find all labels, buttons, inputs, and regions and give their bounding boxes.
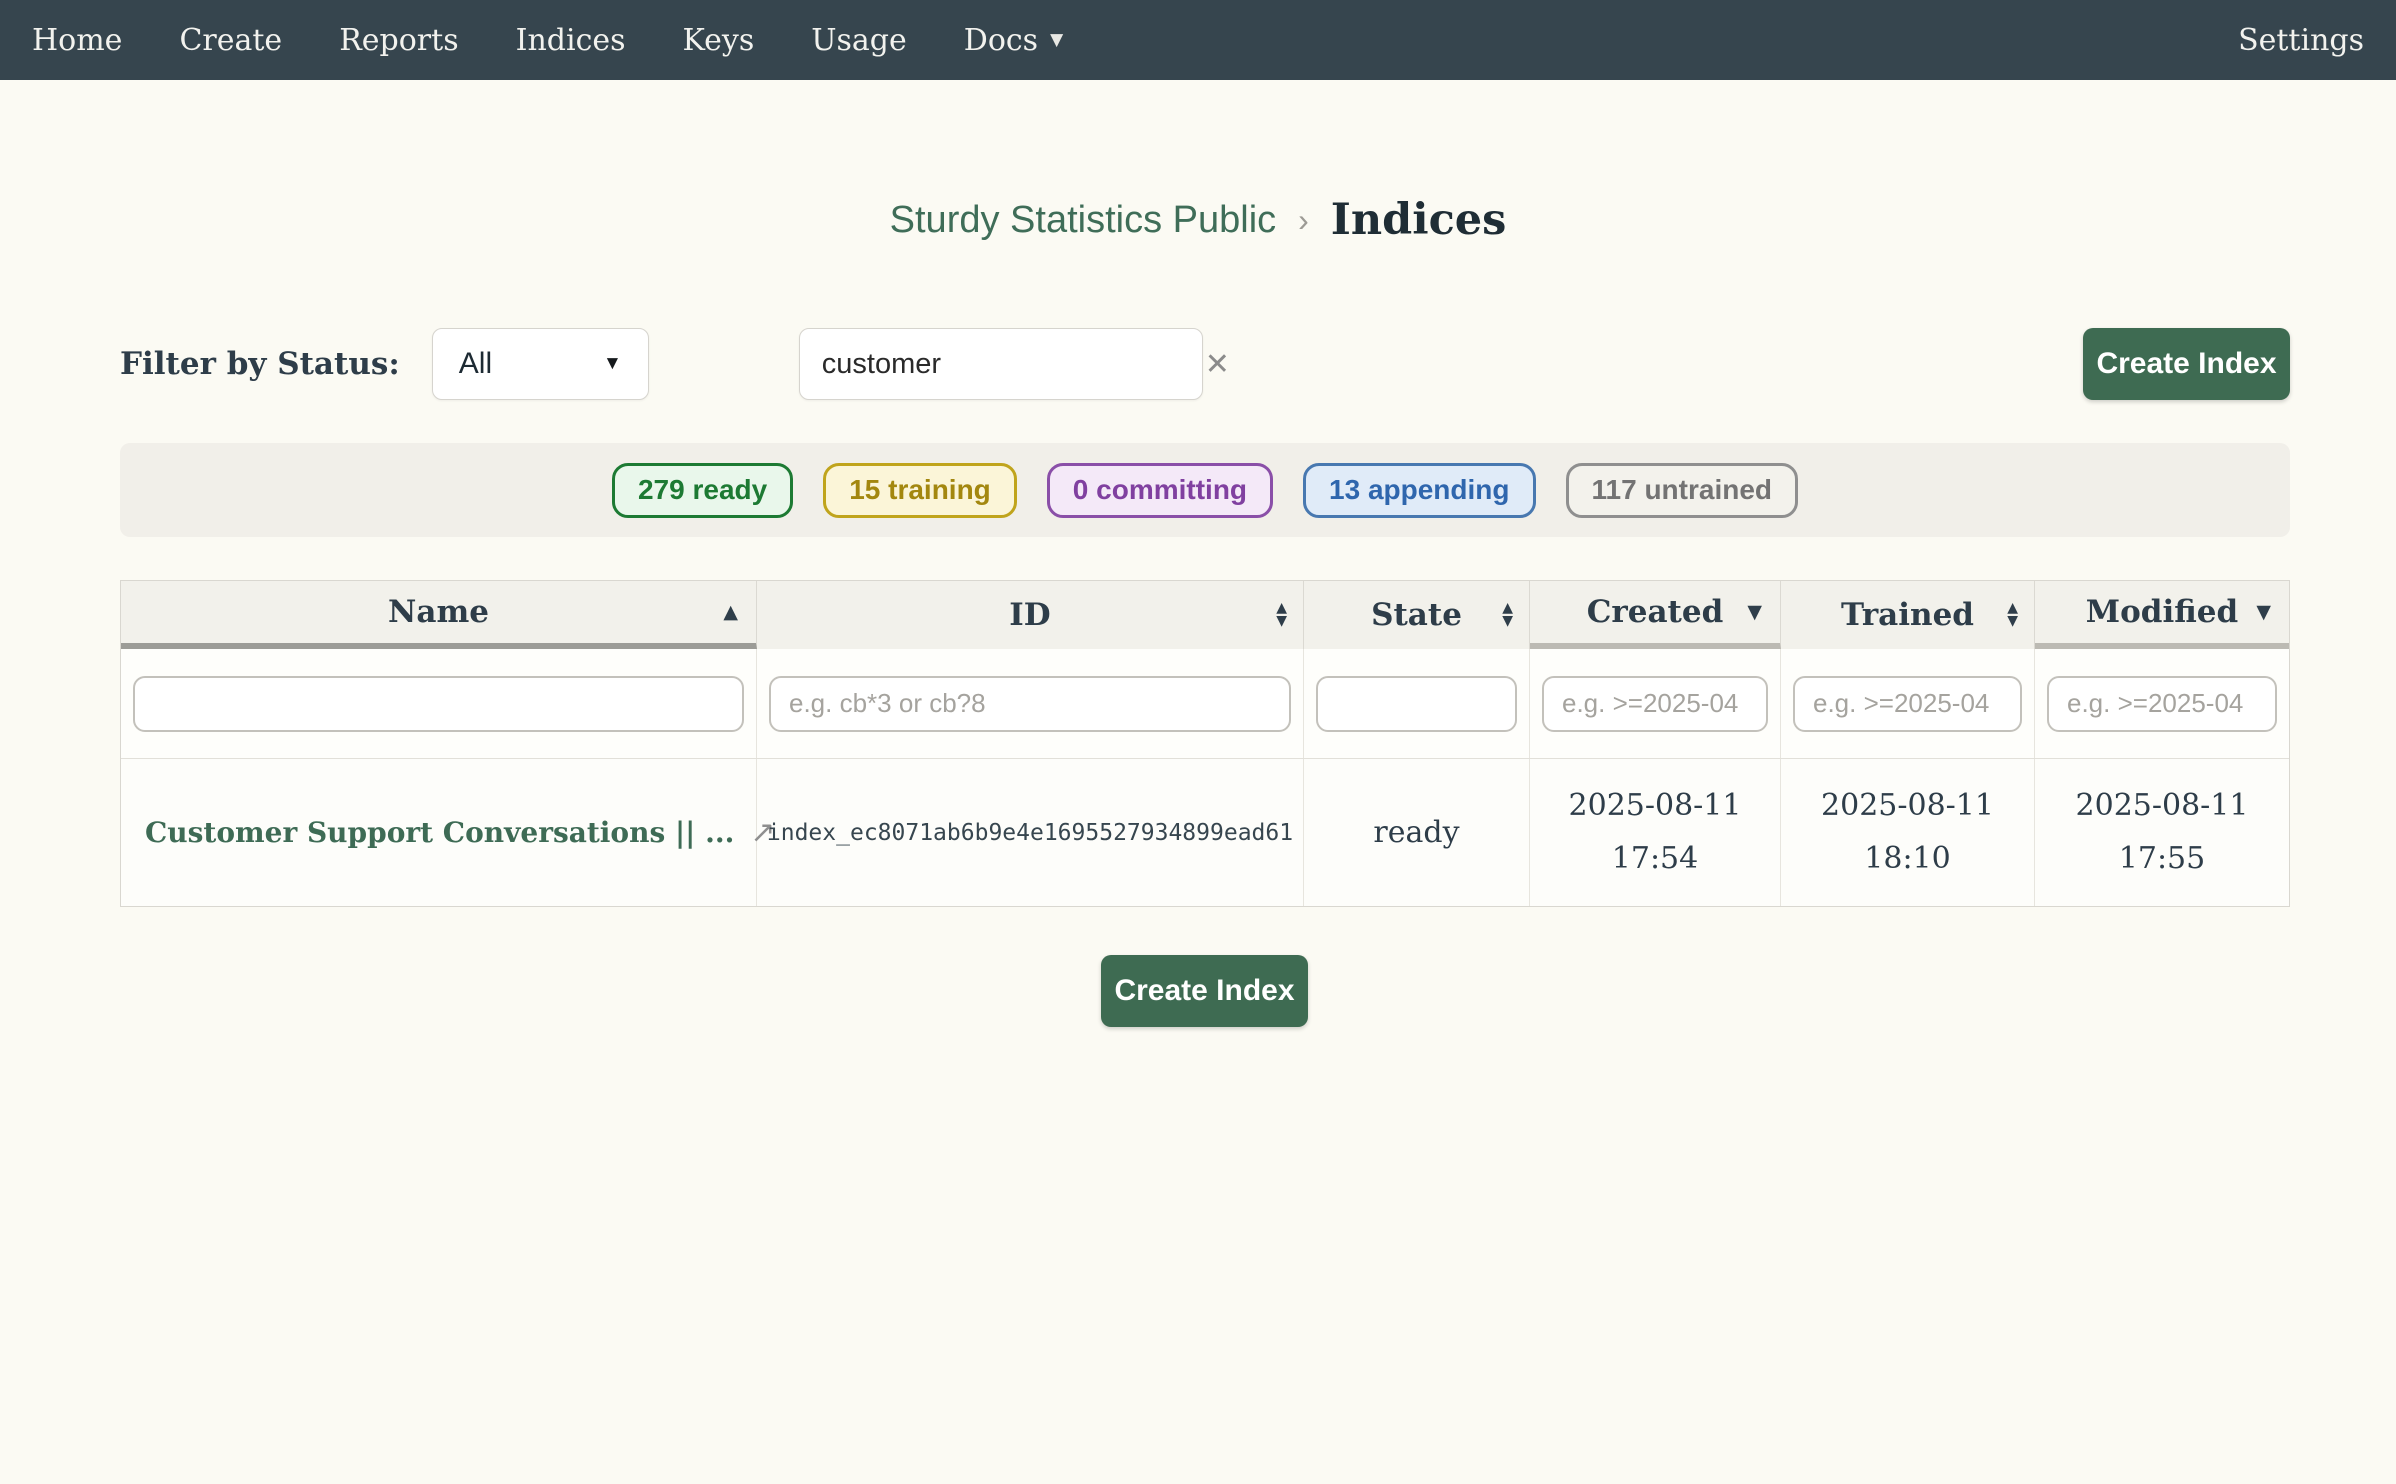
nav-item-indices[interactable]: Indices (516, 23, 626, 58)
create-index-button-bottom[interactable]: Create Index (1101, 955, 1308, 1027)
indices-table: Name ▲ ID ▲ ▼ State ▲ ▼ Created ▼ (120, 580, 2290, 907)
filter-toolbar: Filter by Status: All ▼ ✕ Create Index (120, 328, 2290, 400)
search-box: ✕ (799, 328, 1203, 400)
nav-item-docs[interactable]: Docs ▼ (964, 23, 1063, 58)
index-name-link[interactable]: Customer Support Conversations || ... (145, 816, 734, 849)
cell-id: index_ec8071ab6b9e4e1695527934899ead61 (757, 759, 1304, 906)
column-label: ID (1009, 597, 1050, 633)
filter-cell-id (757, 649, 1304, 758)
filter-cell-modified (2035, 649, 2289, 758)
sort-both-icon: ▲ ▼ (2007, 602, 2018, 628)
id-filter-input[interactable] (769, 676, 1291, 732)
sort-down-glyph: ▼ (1276, 615, 1287, 628)
create-index-button-top[interactable]: Create Index (2083, 328, 2290, 400)
status-badge-training: 15 training (823, 463, 1017, 518)
column-header-name[interactable]: Name ▲ (121, 581, 757, 649)
cell-modified: 2025-08-11 17:55 (2035, 759, 2289, 906)
index-id-value: index_ec8071ab6b9e4e1695527934899ead61 (767, 820, 1293, 846)
column-label: Name (388, 594, 489, 630)
state-filter-input[interactable] (1316, 676, 1517, 732)
sort-both-icon: ▲ ▼ (1502, 602, 1513, 628)
nav-item-keys[interactable]: Keys (683, 23, 755, 58)
status-badge-strip: 279 ready 15 training 0 committing 13 ap… (120, 443, 2290, 537)
breadcrumb-separator-icon: › (1298, 202, 1309, 239)
navbar-links: Home Create Reports Indices Keys Usage D… (32, 23, 1063, 58)
column-header-id[interactable]: ID ▲ ▼ (757, 581, 1304, 649)
sort-asc-icon: ▲ (723, 601, 738, 623)
nav-item-reports[interactable]: Reports (339, 23, 458, 58)
filter-cell-name (121, 649, 757, 758)
column-label: Trained (1841, 597, 1974, 633)
trained-time: 18:10 (1821, 833, 1994, 886)
column-label: Created (1587, 594, 1724, 630)
cell-created: 2025-08-11 17:54 (1530, 759, 1781, 906)
filter-cell-created (1530, 649, 1781, 758)
index-state-value: ready (1373, 815, 1459, 850)
top-navbar: Home Create Reports Indices Keys Usage D… (0, 0, 2396, 80)
cell-name: Customer Support Conversations || ... ↗ (121, 759, 757, 906)
trained-filter-input[interactable] (1793, 676, 2022, 732)
nav-item-settings[interactable]: Settings (2238, 23, 2364, 58)
filter-by-status-label: Filter by Status: (120, 346, 400, 382)
page: Home Create Reports Indices Keys Usage D… (0, 0, 2396, 1484)
search-input[interactable] (820, 347, 1201, 382)
column-header-modified[interactable]: Modified ▼ (2035, 581, 2289, 649)
breadcrumb: Sturdy Statistics Public › Indices (0, 195, 2396, 245)
status-badge-appending: 13 appending (1303, 463, 1535, 518)
sort-down-glyph: ▼ (1502, 615, 1513, 628)
modified-time: 17:55 (2076, 833, 2249, 886)
trained-datetime: 2025-08-11 18:10 (1821, 780, 1994, 885)
table-header-row: Name ▲ ID ▲ ▼ State ▲ ▼ Created ▼ (121, 581, 2289, 649)
sort-down-glyph: ▼ (2007, 615, 2018, 628)
created-datetime: 2025-08-11 17:54 (1569, 780, 1742, 885)
column-label: Modified (2086, 594, 2238, 630)
chevron-down-icon: ▼ (603, 353, 622, 375)
created-time: 17:54 (1569, 833, 1742, 886)
modified-datetime: 2025-08-11 17:55 (2076, 780, 2249, 885)
cell-state: ready (1304, 759, 1530, 906)
nav-item-usage[interactable]: Usage (811, 23, 907, 58)
clear-search-icon[interactable]: ✕ (1201, 347, 1234, 382)
nav-docs-label: Docs (964, 23, 1038, 58)
column-label: State (1371, 597, 1462, 633)
filter-cell-state (1304, 649, 1530, 758)
status-select[interactable]: All ▼ (432, 328, 649, 400)
status-badge-committing: 0 committing (1047, 463, 1273, 518)
sort-desc-icon: ▼ (1747, 601, 1762, 623)
created-filter-input[interactable] (1542, 676, 1768, 732)
table-row: Customer Support Conversations || ... ↗ … (121, 759, 2289, 906)
name-filter-input[interactable] (133, 676, 744, 732)
column-header-trained[interactable]: Trained ▲ ▼ (1781, 581, 2035, 649)
breadcrumb-parent-link[interactable]: Sturdy Statistics Public (890, 199, 1276, 242)
chevron-down-icon: ▼ (1050, 30, 1063, 50)
created-date: 2025-08-11 (1569, 780, 1742, 833)
column-header-state[interactable]: State ▲ ▼ (1304, 581, 1530, 649)
cell-trained: 2025-08-11 18:10 (1781, 759, 2035, 906)
column-header-created[interactable]: Created ▼ (1530, 581, 1781, 649)
modified-date: 2025-08-11 (2076, 780, 2249, 833)
modified-filter-input[interactable] (2047, 676, 2277, 732)
nav-item-create[interactable]: Create (179, 23, 282, 58)
trained-date: 2025-08-11 (1821, 780, 1994, 833)
sort-both-icon: ▲ ▼ (1276, 602, 1287, 628)
nav-item-home[interactable]: Home (32, 23, 122, 58)
table-filter-row (121, 649, 2289, 759)
filter-cell-trained (1781, 649, 2035, 758)
status-select-value: All (459, 347, 492, 381)
status-badge-ready: 279 ready (612, 463, 793, 518)
page-title: Indices (1331, 195, 1507, 245)
status-badge-untrained: 117 untrained (1566, 463, 1799, 518)
sort-desc-icon: ▼ (2256, 601, 2271, 623)
